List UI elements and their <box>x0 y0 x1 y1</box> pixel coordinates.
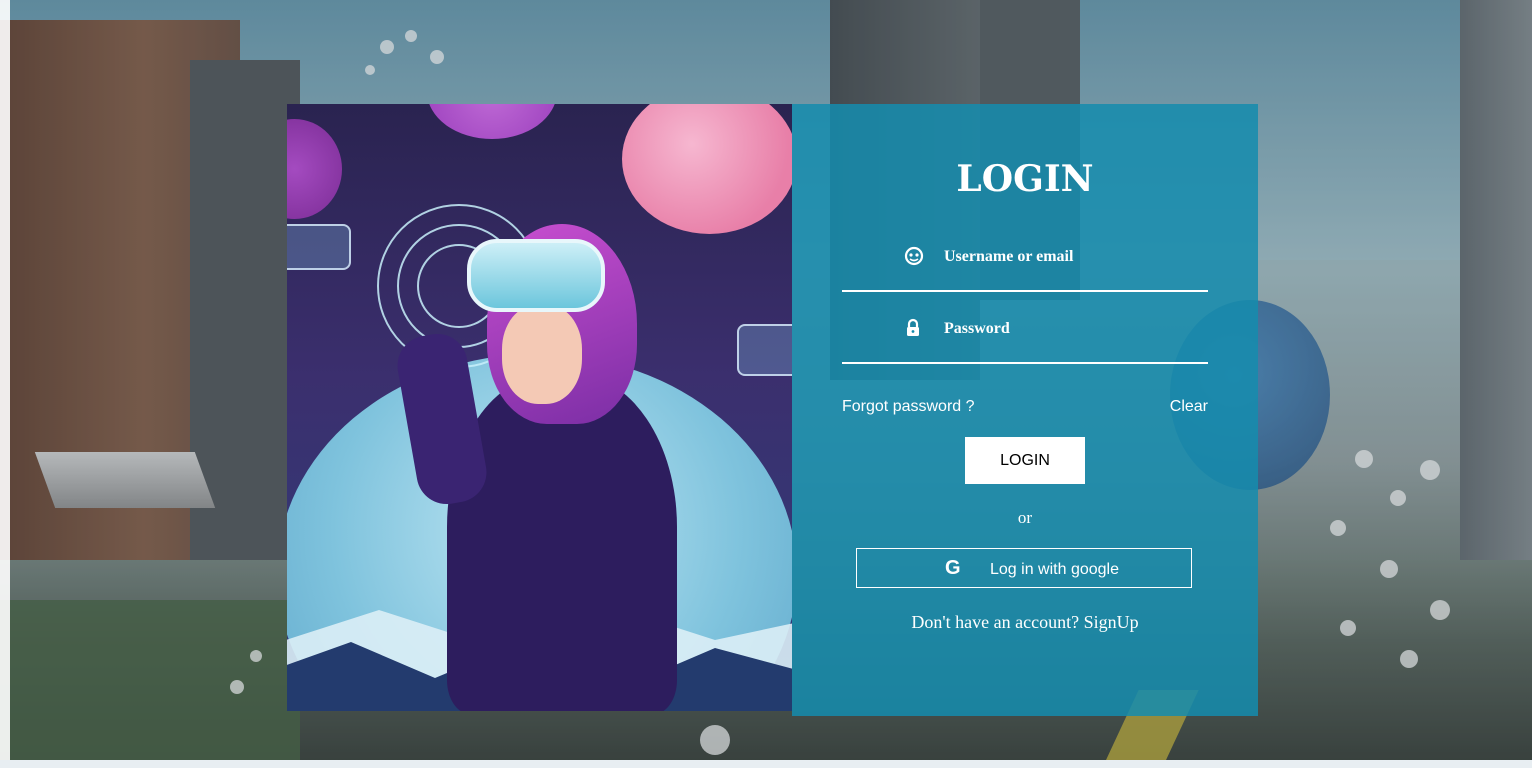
user-face-icon <box>904 246 924 266</box>
login-button[interactable]: LOGIN <box>965 437 1085 484</box>
illustration-woman-body <box>447 374 677 711</box>
username-input[interactable] <box>942 242 1206 272</box>
forgot-password-link[interactable]: Forgot password ? <box>842 398 975 416</box>
login-card: LOGIN Forgot password ? Clear LOGIN or G… <box>287 104 1258 716</box>
illustration-planet <box>427 104 557 139</box>
password-field <box>842 314 1208 364</box>
login-title: LOGIN <box>956 158 1094 200</box>
username-field <box>842 242 1208 292</box>
illustration-panel <box>287 224 351 270</box>
illustration-panel <box>737 324 792 376</box>
lock-icon <box>904 318 924 338</box>
illustration-planet <box>622 104 792 234</box>
illustration-vr-headset <box>467 239 605 312</box>
google-login-label: Log in with google <box>990 561 1119 578</box>
vr-illustration <box>287 104 792 711</box>
form-links: Forgot password ? Clear <box>842 398 1208 418</box>
google-icon: G <box>945 557 961 579</box>
password-input[interactable] <box>942 314 1206 344</box>
google-login-button[interactable]: G Log in with google <box>856 548 1192 588</box>
illustration-woman-face <box>502 304 582 404</box>
window-bottom-edge <box>0 760 1532 768</box>
signup-link[interactable]: Don't have an account? SignUp <box>792 612 1258 633</box>
login-panel: LOGIN Forgot password ? Clear LOGIN or G… <box>792 104 1258 716</box>
illustration-planet <box>287 119 342 219</box>
clear-link[interactable]: Clear <box>1170 398 1208 416</box>
or-separator: or <box>1017 508 1033 527</box>
window-left-edge <box>0 0 10 768</box>
